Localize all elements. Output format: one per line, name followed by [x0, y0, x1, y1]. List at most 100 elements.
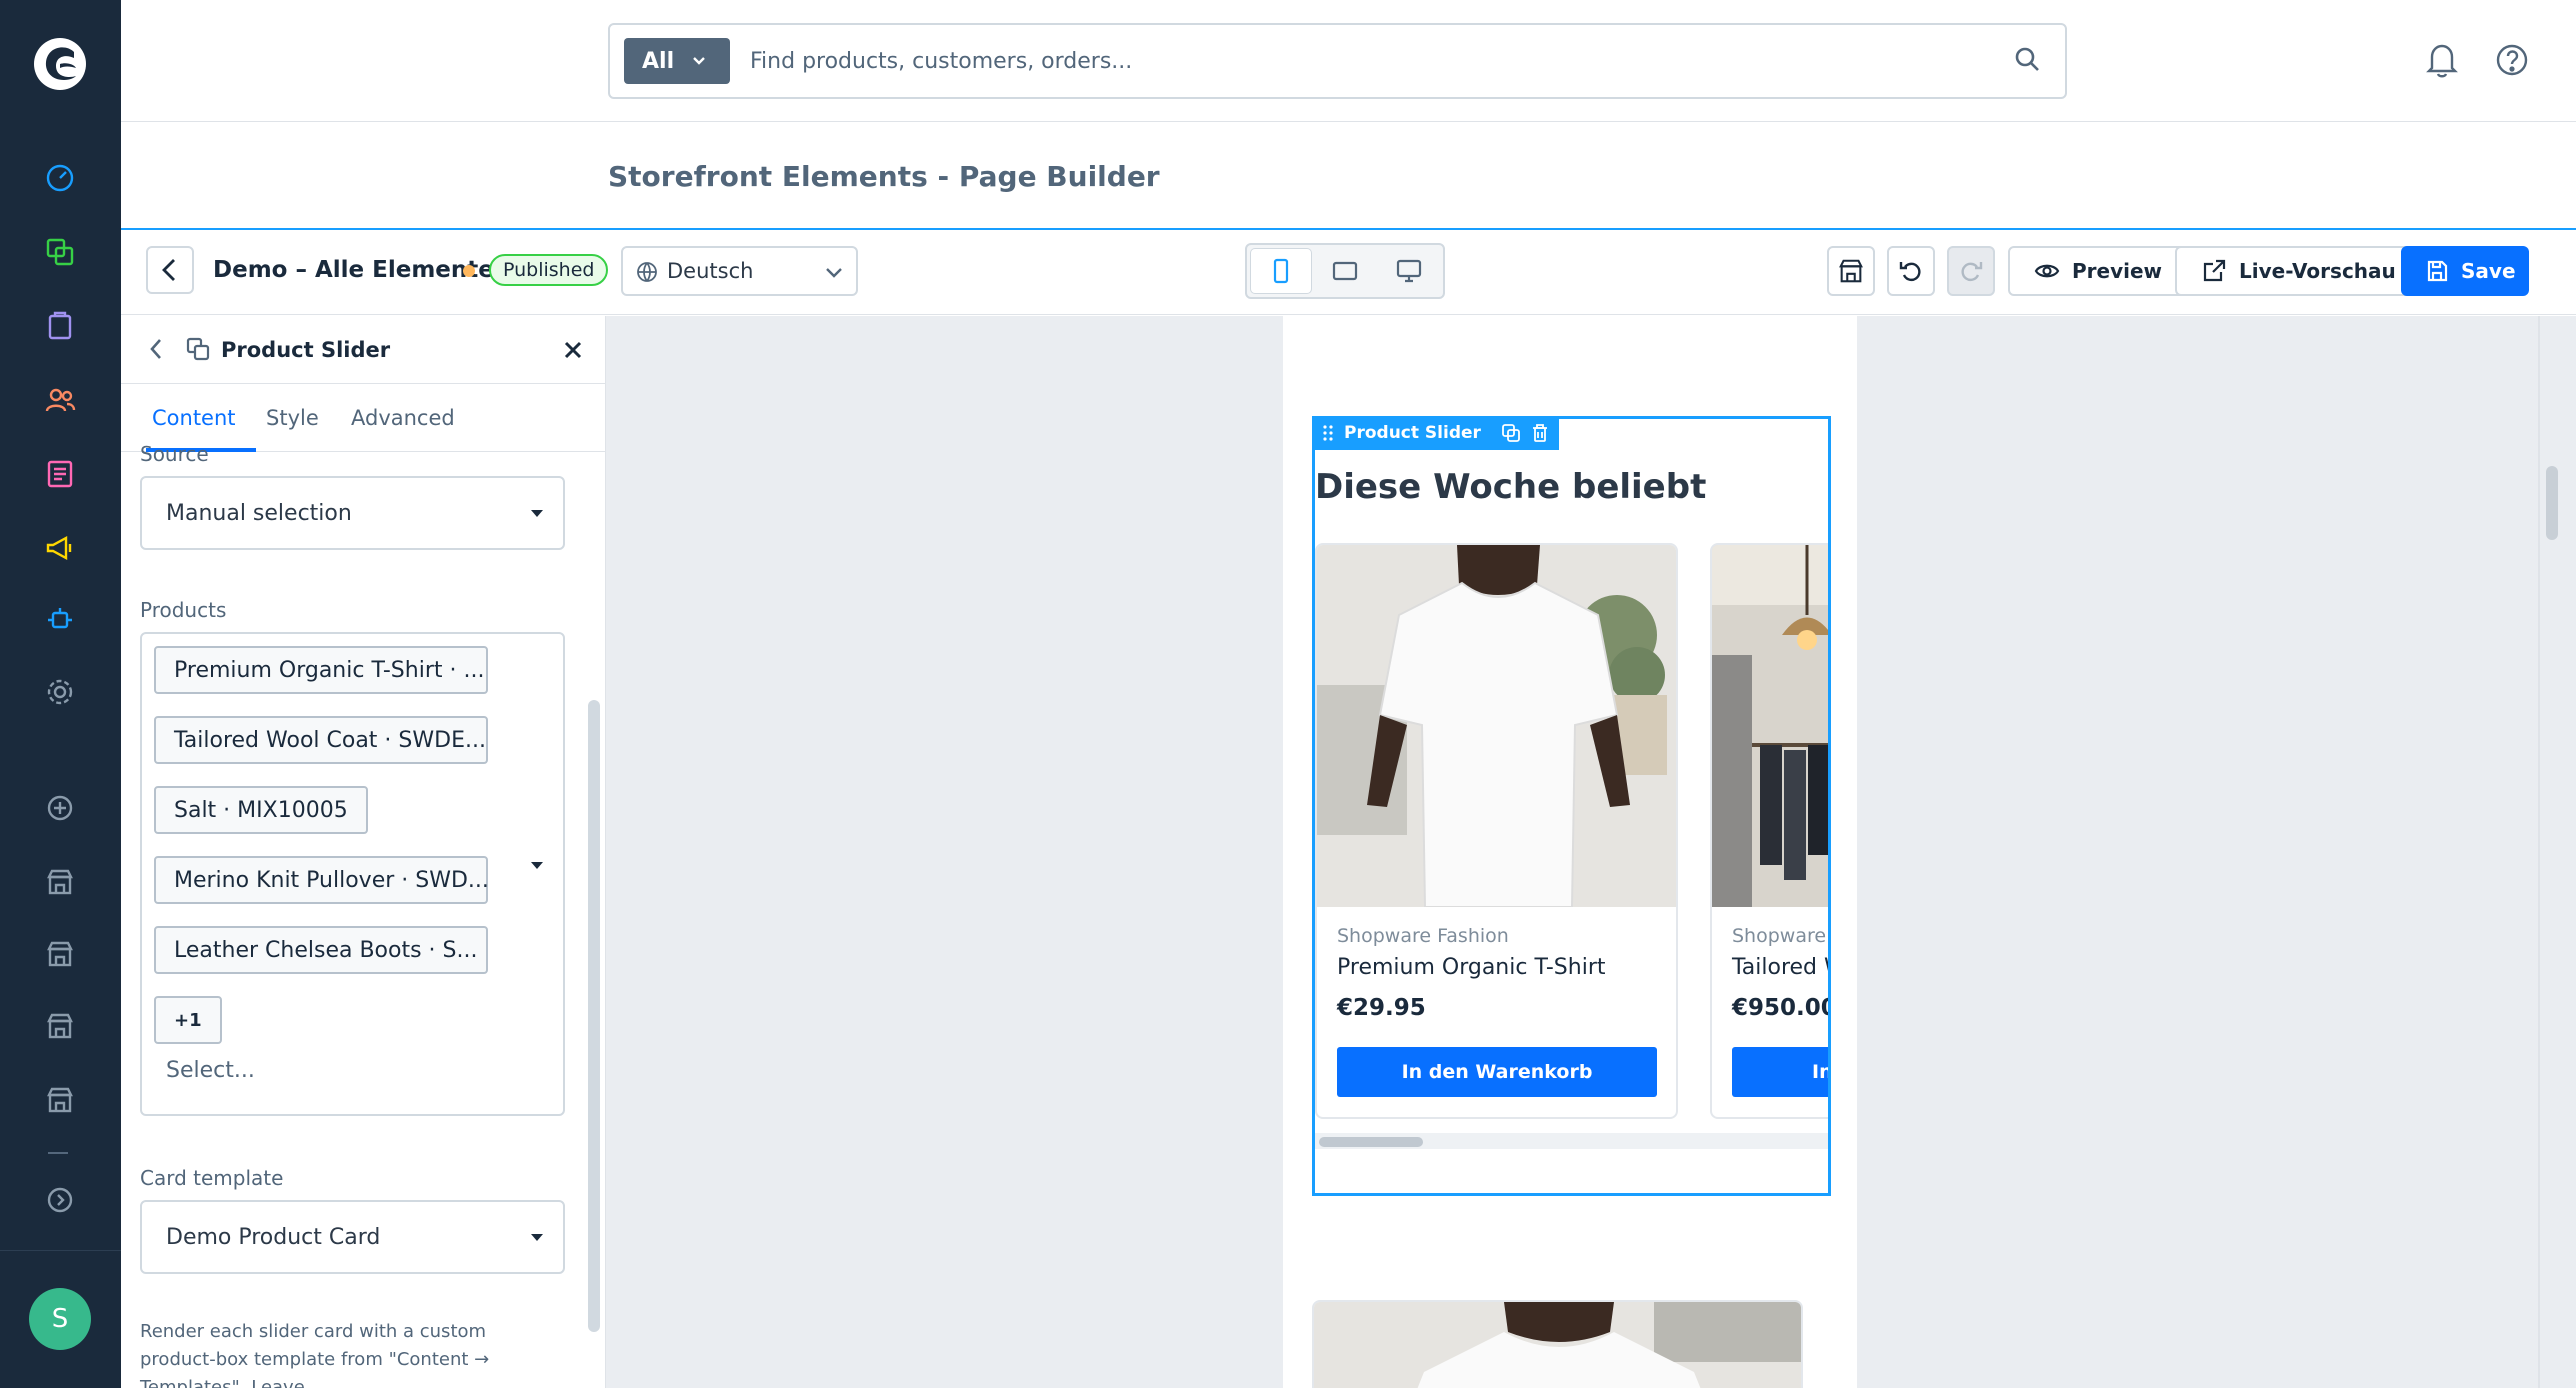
- redo-button[interactable]: [1947, 246, 1995, 296]
- canvas-scrollbar-thumb[interactable]: [2546, 466, 2558, 540]
- source-label: Source: [140, 442, 209, 466]
- slider-heading: Diese Woche beliebt: [1315, 467, 1707, 507]
- product-tag[interactable]: Salt · MIX10005: [154, 786, 368, 834]
- storefront-icon[interactable]: [40, 862, 80, 902]
- admin-sidebar: S: [0, 0, 121, 1388]
- search-icon[interactable]: [2013, 45, 2043, 79]
- user-avatar[interactable]: S: [29, 1288, 91, 1350]
- product-price: €950.00: [1732, 995, 1831, 1021]
- search-input[interactable]: Find products, customers, orders...: [750, 49, 1132, 74]
- more-products-tag[interactable]: +1: [154, 996, 222, 1044]
- page-header: Storefront Elements - Page Builder: [121, 122, 2576, 230]
- tab-content[interactable]: Content: [152, 406, 236, 430]
- shopware-logo-icon[interactable]: [30, 34, 90, 94]
- chevron-left-icon: [162, 259, 175, 281]
- status-badge: Published: [489, 254, 609, 286]
- drag-handle-icon[interactable]: [1322, 424, 1334, 442]
- settings-icon[interactable]: [40, 672, 80, 712]
- product-tag[interactable]: Tailored Wool Coat · SWDE...: [154, 716, 488, 764]
- add-to-cart-button[interactable]: In den Warenkorb: [1337, 1047, 1657, 1097]
- block-icon: [185, 336, 211, 366]
- globe-icon: [635, 260, 659, 289]
- product-image[interactable]: [1712, 545, 1828, 907]
- dashboard-icon[interactable]: [40, 158, 80, 198]
- bell-icon[interactable]: [2424, 40, 2460, 84]
- panel-scrollbar[interactable]: [588, 700, 600, 1332]
- tab-advanced[interactable]: Advanced: [351, 406, 455, 430]
- slider-scrollbar-thumb[interactable]: [1319, 1137, 1423, 1147]
- live-preview-label: Live-Vorschau: [2239, 259, 2396, 283]
- help-icon[interactable]: [2494, 40, 2530, 84]
- global-search[interactable]: All Find products, customers, orders...: [608, 23, 2067, 99]
- product-brand: Shopware Fashion: [1337, 925, 1509, 947]
- product-tag[interactable]: Merino Knit Pullover · SWD...: [154, 856, 489, 904]
- external-link-icon: [2203, 259, 2226, 282]
- chevron-down-icon: [822, 260, 846, 289]
- unsaved-indicator: [463, 265, 475, 277]
- chevron-down-icon[interactable]: [527, 856, 547, 880]
- product-tag[interactable]: Leather Chelsea Boots · S...: [154, 926, 488, 974]
- preview-button[interactable]: Preview: [2008, 246, 2189, 296]
- customers-icon[interactable]: [40, 380, 80, 420]
- mobile-icon: [1273, 258, 1289, 284]
- tablet-view-button[interactable]: [1315, 249, 1375, 293]
- product-card[interactable]: Shopware F Tailored W €950.00 In: [1710, 543, 1831, 1119]
- product-image[interactable]: [1317, 545, 1676, 907]
- add-sales-channel-icon[interactable]: [40, 788, 80, 828]
- products-multiselect[interactable]: Premium Organic T-Shirt · ... Tailored W…: [140, 632, 565, 1116]
- panel-header: Product Slider: [121, 316, 605, 384]
- desktop-view-button[interactable]: [1379, 249, 1439, 293]
- product-tag[interactable]: Premium Organic T-Shirt · ...: [154, 646, 488, 694]
- search-scope-button[interactable]: All: [624, 38, 730, 84]
- editor-toolbar: Demo – Alle Elemente Published Deutsch P…: [121, 231, 2576, 315]
- language-value: Deutsch: [667, 259, 754, 283]
- language-select[interactable]: Deutsch: [621, 246, 858, 296]
- orders-icon[interactable]: [40, 306, 80, 346]
- store-button[interactable]: [1827, 246, 1875, 296]
- catalogue-icon[interactable]: [40, 232, 80, 272]
- redo-icon: [1961, 262, 1983, 282]
- live-preview-button[interactable]: Live-Vorschau: [2175, 246, 2422, 296]
- source-select[interactable]: Manual selection: [140, 476, 565, 550]
- storefront-icon[interactable]: [40, 1080, 80, 1120]
- product-price: €29.95: [1337, 995, 1426, 1021]
- device-switcher: [1245, 243, 1445, 299]
- canvas-scrollbar[interactable]: [2538, 316, 2576, 1388]
- product-card[interactable]: Shopware Fashion Premium Organic T-Shirt…: [1315, 543, 1678, 1119]
- duplicate-icon[interactable]: [1501, 423, 1521, 443]
- scrollbar-track: [2538, 316, 2540, 1388]
- storefront-icon[interactable]: [40, 934, 80, 974]
- block-label-text: Product Slider: [1344, 423, 1481, 443]
- mobile-view-button[interactable]: [1251, 249, 1311, 293]
- save-icon: [2427, 260, 2448, 282]
- products-placeholder: Select...: [166, 1058, 255, 1083]
- collapse-sidebar-icon[interactable]: [40, 1180, 80, 1220]
- add-to-cart-button[interactable]: In: [1732, 1047, 1828, 1097]
- content-icon[interactable]: [40, 454, 80, 494]
- tablet-icon: [1332, 261, 1358, 281]
- extensions-icon[interactable]: [40, 600, 80, 640]
- chevron-down-icon: [527, 1228, 547, 1254]
- trash-icon[interactable]: [1531, 423, 1549, 443]
- sidebar-divider: [0, 1250, 121, 1251]
- block-label[interactable]: Product Slider: [1312, 416, 1559, 450]
- storefront-icon: [1839, 259, 1863, 283]
- undo-button[interactable]: [1887, 246, 1935, 296]
- save-label: Save: [2461, 259, 2516, 283]
- product-name[interactable]: Tailored W: [1732, 955, 1828, 980]
- marketing-icon[interactable]: [40, 528, 80, 568]
- block-name: Product Slider: [221, 338, 391, 362]
- desktop-icon: [1396, 259, 1422, 283]
- save-button[interactable]: Save: [2401, 246, 2529, 296]
- close-icon[interactable]: [561, 338, 585, 366]
- tab-style[interactable]: Style: [266, 406, 319, 430]
- storefront-icon[interactable]: [40, 1006, 80, 1046]
- card-template-select[interactable]: Demo Product Card: [140, 1200, 565, 1274]
- chevron-left-icon[interactable]: [147, 336, 165, 366]
- eye-icon: [2034, 264, 2060, 278]
- product-slider-block[interactable]: Diese Woche beliebt Shopware Fashion Pre…: [1312, 416, 1831, 1196]
- page-name: Demo – Alle Elemente: [213, 257, 494, 283]
- back-button[interactable]: [146, 246, 194, 294]
- card-template-help-text: Render each slider card with a custom pr…: [140, 1321, 490, 1388]
- product-name[interactable]: Premium Organic T-Shirt: [1337, 955, 1606, 980]
